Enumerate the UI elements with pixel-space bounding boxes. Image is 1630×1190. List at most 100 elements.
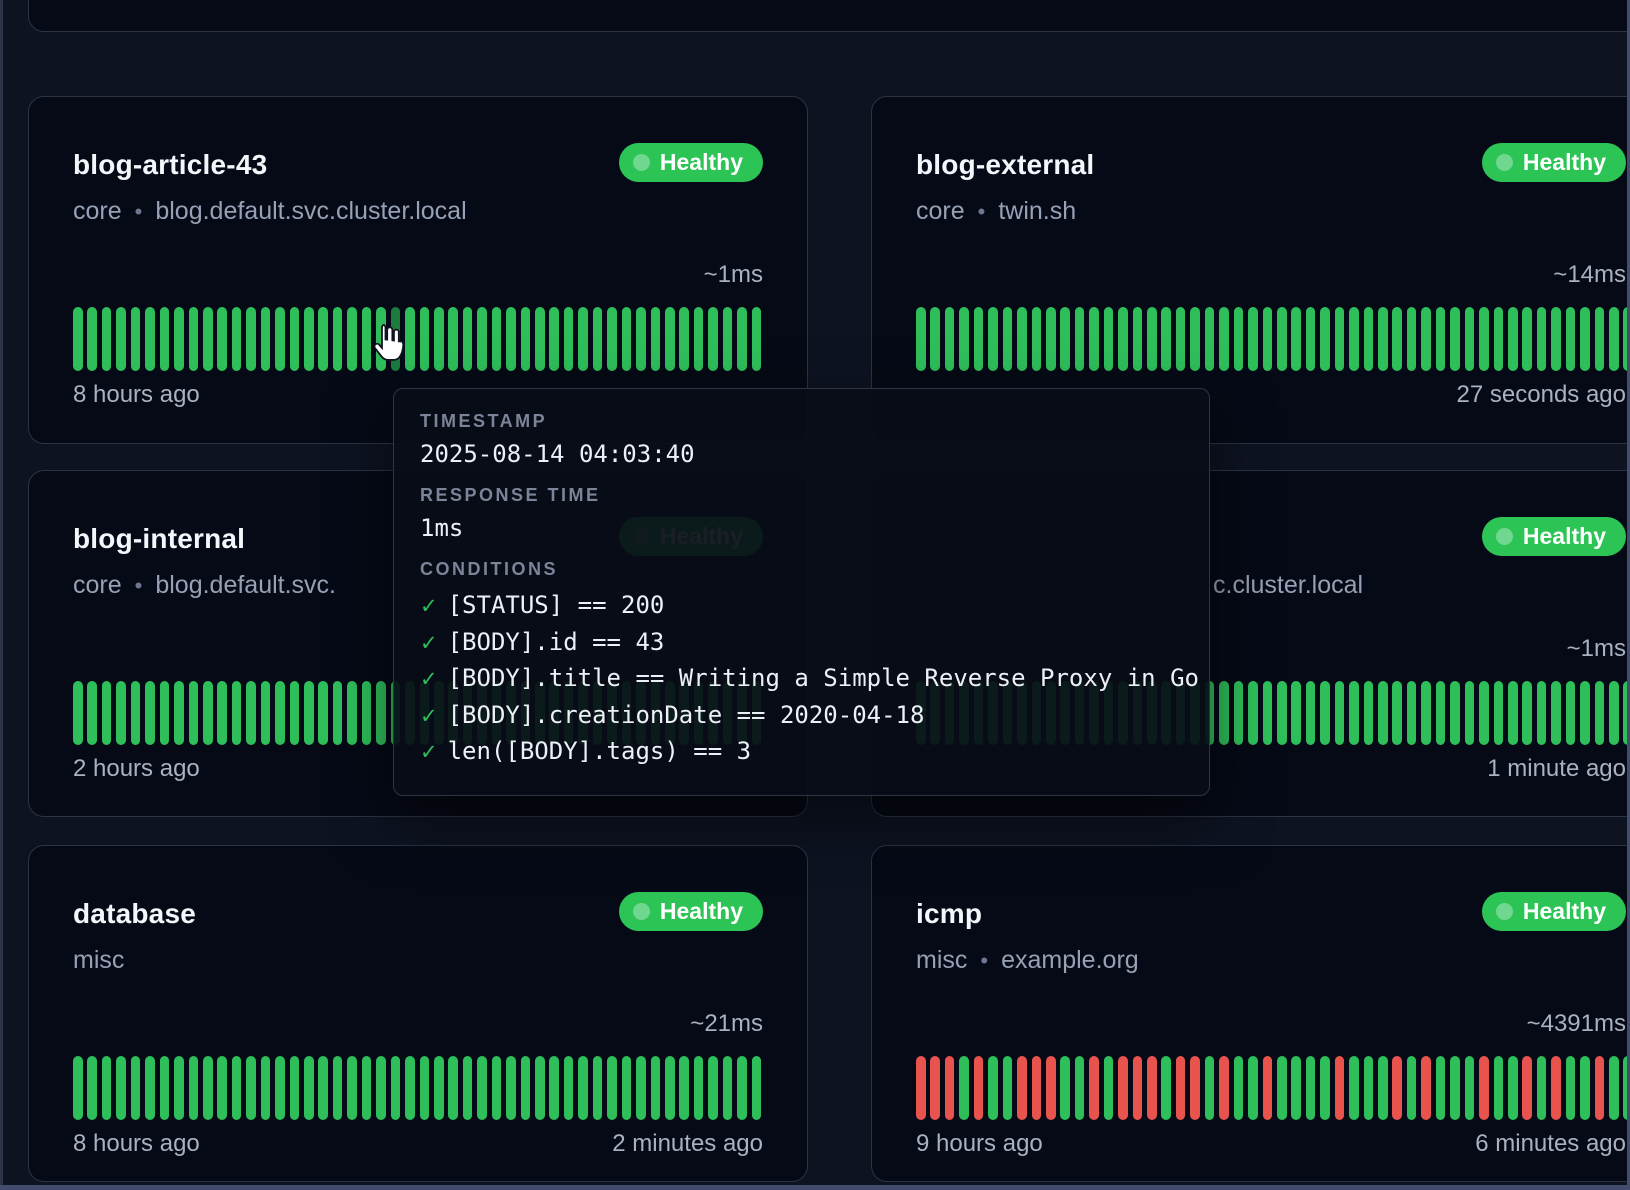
uptime-bar-success[interactable] xyxy=(1551,681,1561,745)
uptime-bar-success[interactable] xyxy=(391,1056,401,1120)
uptime-bar-success[interactable] xyxy=(174,681,184,745)
uptime-bar-success[interactable] xyxy=(275,1056,285,1120)
uptime-bar-hovered[interactable] xyxy=(391,307,401,371)
uptime-bar-success[interactable] xyxy=(1537,1056,1547,1120)
uptime-bar-success[interactable] xyxy=(492,1056,502,1120)
uptime-bar-success[interactable] xyxy=(1176,307,1186,371)
uptime-bar-success[interactable] xyxy=(347,307,357,371)
uptime-bar-success[interactable] xyxy=(304,1056,314,1120)
uptime-bar-success[interactable] xyxy=(1479,681,1489,745)
uptime-bar-success[interactable] xyxy=(564,307,574,371)
uptime-bar-success[interactable] xyxy=(477,307,487,371)
uptime-bar-success[interactable] xyxy=(145,681,155,745)
uptime-bar-success[interactable] xyxy=(290,681,300,745)
uptime-bar-success[interactable] xyxy=(1234,307,1244,371)
uptime-bar-success[interactable] xyxy=(679,307,689,371)
uptime-bar-success[interactable] xyxy=(1104,307,1114,371)
uptime-bar-success[interactable] xyxy=(1046,307,1056,371)
uptime-bar-success[interactable] xyxy=(102,1056,112,1120)
uptime-bar-success[interactable] xyxy=(217,1056,227,1120)
uptime-bar-success[interactable] xyxy=(1147,307,1157,371)
uptime-bar-success[interactable] xyxy=(232,681,242,745)
uptime-bar-success[interactable] xyxy=(1349,1056,1359,1120)
uptime-bar-success[interactable] xyxy=(1378,681,1388,745)
uptime-bar-success[interactable] xyxy=(1566,307,1576,371)
uptime-bar-success[interactable] xyxy=(145,1056,155,1120)
uptime-bar-success[interactable] xyxy=(549,307,559,371)
uptime-bar-success[interactable] xyxy=(723,307,733,371)
uptime-bar-success[interactable] xyxy=(131,681,141,745)
uptime-bar-failure[interactable] xyxy=(1263,1056,1273,1120)
uptime-bar-success[interactable] xyxy=(131,307,141,371)
uptime-bar-success[interactable] xyxy=(1407,1056,1417,1120)
uptime-bar-success[interactable] xyxy=(1248,681,1258,745)
uptime-bar-failure[interactable] xyxy=(1032,1056,1042,1120)
uptime-bar-success[interactable] xyxy=(1436,1056,1446,1120)
uptime-bar-success[interactable] xyxy=(679,1056,689,1120)
uptime-bar-success[interactable] xyxy=(607,1056,617,1120)
uptime-bar-success[interactable] xyxy=(1450,681,1460,745)
uptime-bar-success[interactable] xyxy=(174,1056,184,1120)
uptime-bar-success[interactable] xyxy=(318,681,328,745)
uptime-bar-success[interactable] xyxy=(1060,307,1070,371)
uptime-bar-success[interactable] xyxy=(506,1056,516,1120)
uptime-bar-success[interactable] xyxy=(708,307,718,371)
uptime-bar-success[interactable] xyxy=(1421,307,1431,371)
uptime-bar-success[interactable] xyxy=(1248,1056,1258,1120)
uptime-bar-success[interactable] xyxy=(1609,307,1619,371)
uptime-bar-success[interactable] xyxy=(420,1056,430,1120)
uptime-bar-success[interactable] xyxy=(1349,307,1359,371)
uptime-bar-success[interactable] xyxy=(1017,307,1027,371)
uptime-bar-success[interactable] xyxy=(1465,681,1475,745)
uptime-bar-success[interactable] xyxy=(1118,307,1128,371)
uptime-bar-success[interactable] xyxy=(607,307,617,371)
uptime-bar-success[interactable] xyxy=(1320,1056,1330,1120)
uptime-bar-success[interactable] xyxy=(376,307,386,371)
uptime-bar-success[interactable] xyxy=(1595,681,1605,745)
uptime-bar-success[interactable] xyxy=(116,1056,126,1120)
uptime-bar-success[interactable] xyxy=(434,307,444,371)
uptime-bar-success[interactable] xyxy=(752,1056,762,1120)
uptime-bar-failure[interactable] xyxy=(1147,1056,1157,1120)
uptime-bar-success[interactable] xyxy=(102,307,112,371)
uptime-bar-success[interactable] xyxy=(333,1056,343,1120)
uptime-bar-success[interactable] xyxy=(1465,1056,1475,1120)
uptime-bar-success[interactable] xyxy=(636,1056,646,1120)
uptime-bar-success[interactable] xyxy=(102,681,112,745)
uptime-bar-success[interactable] xyxy=(304,681,314,745)
uptime-bar-success[interactable] xyxy=(189,307,199,371)
uptime-bar-success[interactable] xyxy=(463,307,473,371)
uptime-bar-failure[interactable] xyxy=(1118,1056,1128,1120)
uptime-bar-success[interactable] xyxy=(1234,1056,1244,1120)
uptime-bar-failure[interactable] xyxy=(1479,1056,1489,1120)
uptime-bar-success[interactable] xyxy=(506,307,516,371)
uptime-bar-success[interactable] xyxy=(160,307,170,371)
uptime-bar-success[interactable] xyxy=(1277,1056,1287,1120)
uptime-bar-success[interactable] xyxy=(362,681,372,745)
uptime-bar-success[interactable] xyxy=(1494,681,1504,745)
uptime-bar-success[interactable] xyxy=(1566,681,1576,745)
uptime-bar-success[interactable] xyxy=(73,1056,83,1120)
uptime-bar-success[interactable] xyxy=(535,307,545,371)
uptime-bar-success[interactable] xyxy=(1161,307,1171,371)
uptime-bar-success[interactable] xyxy=(1436,307,1446,371)
uptime-bar-success[interactable] xyxy=(694,307,704,371)
uptime-bar-success[interactable] xyxy=(737,1056,747,1120)
uptime-bar-success[interactable] xyxy=(1104,1056,1114,1120)
uptime-bar-success[interactable] xyxy=(87,307,97,371)
uptime-bar-success[interactable] xyxy=(333,681,343,745)
uptime-bar-success[interactable] xyxy=(160,681,170,745)
uptime-bar-success[interactable] xyxy=(1133,307,1143,371)
uptime-bar-success[interactable] xyxy=(1291,681,1301,745)
uptime-bar-success[interactable] xyxy=(290,307,300,371)
uptime-bar-success[interactable] xyxy=(275,307,285,371)
uptime-bar-success[interactable] xyxy=(290,1056,300,1120)
uptime-bar-success[interactable] xyxy=(1075,307,1085,371)
uptime-bar-success[interactable] xyxy=(318,307,328,371)
uptime-bar-success[interactable] xyxy=(1277,681,1287,745)
uptime-bar-success[interactable] xyxy=(189,1056,199,1120)
uptime-bar-success[interactable] xyxy=(87,681,97,745)
uptime-bar-success[interactable] xyxy=(261,307,271,371)
uptime-bar-success[interactable] xyxy=(1450,307,1460,371)
uptime-bar-success[interactable] xyxy=(1263,681,1273,745)
